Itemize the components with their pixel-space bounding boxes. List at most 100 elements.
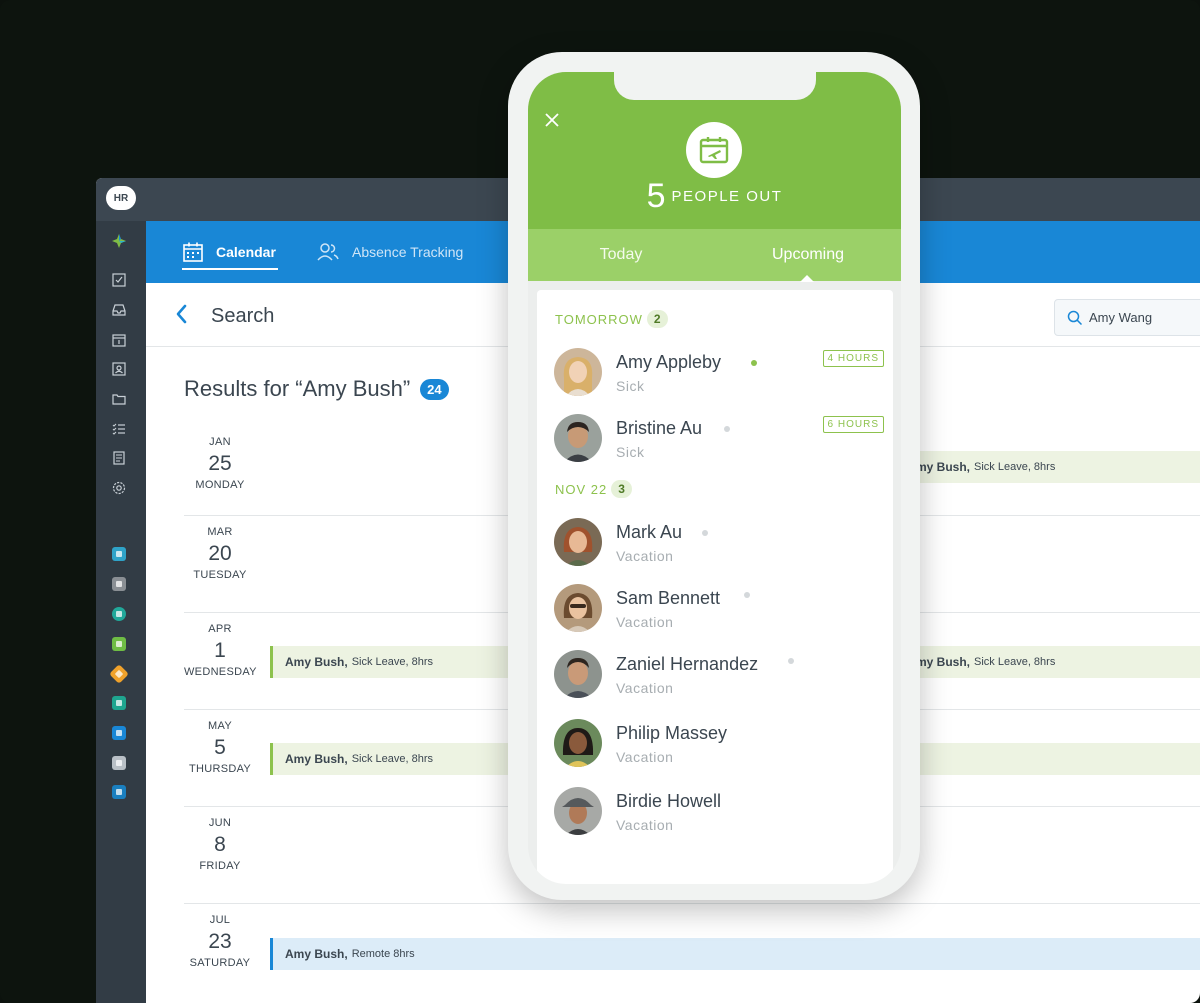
active-tab-indicator <box>182 268 278 270</box>
date-weekday: TUESDAY <box>193 569 247 581</box>
section-label: TOMORROW <box>555 311 643 327</box>
event-bar[interactable]: my Bush, Sick Leave, 8hrs <box>914 646 1200 678</box>
app-logo-icon[interactable] <box>111 233 127 249</box>
results-heading: Results for “Amy Bush” 24 <box>184 376 449 402</box>
app-file-icon[interactable] <box>112 756 126 770</box>
event-detail: Sick Leave, 8hrs <box>974 461 1056 473</box>
date-block: MAY 5 THURSDAY <box>184 710 256 775</box>
checklist-icon[interactable] <box>111 421 127 437</box>
list-item[interactable]: Mark Au Vacation <box>554 518 884 574</box>
date-weekday: SATURDAY <box>189 957 251 969</box>
date-month: JUL <box>209 914 231 926</box>
date-weekday: WEDNESDAY <box>184 666 257 678</box>
calendar-icon <box>183 242 203 262</box>
hours-badge: 6 HOURS <box>822 416 884 433</box>
people-out-summary: 5 PEOPLE OUT <box>528 177 901 216</box>
status-indicator <box>751 360 757 366</box>
date-day: 23 <box>208 930 232 953</box>
person-name: Birdie Howell <box>616 791 722 811</box>
back-arrow-icon[interactable] <box>174 303 190 325</box>
section-header: NOV 22 3 <box>555 480 632 498</box>
status-indicator <box>788 658 794 664</box>
event-detail: Sick Leave, 8hrs <box>974 656 1056 668</box>
calendar-icon[interactable] <box>111 332 127 348</box>
status-indicator <box>702 530 708 536</box>
hours-badge: 4 HOURS <box>822 350 884 367</box>
date-day: 8 <box>214 833 226 856</box>
tab-today[interactable]: Today <box>528 229 714 281</box>
settings-gear-icon[interactable] <box>111 480 127 496</box>
tasks-icon[interactable] <box>111 272 127 288</box>
stage: HR Calendar Absence Tracking Search Amy … <box>0 0 1200 1003</box>
section-count-badge: 3 <box>611 480 632 498</box>
list-item[interactable]: Bristine Au Sick 6 HOURS <box>554 414 884 470</box>
event-person: Amy Bush, <box>285 947 348 961</box>
avatar <box>554 518 602 566</box>
absence-reason: Vacation <box>616 680 674 696</box>
date-block: JUN 8 FRIDAY <box>184 807 256 872</box>
date-month: JAN <box>209 436 231 448</box>
sidebar <box>96 221 146 1003</box>
app-analytics-icon[interactable] <box>112 547 126 561</box>
list-item[interactable]: Philip Massey Vacation <box>554 719 884 775</box>
phone-screen: 5 PEOPLE OUT Today Upcoming TOMORROW 2 A… <box>528 72 901 884</box>
event-detail: Remote 8hrs <box>351 948 415 960</box>
list-item[interactable]: Amy Appleby Sick 4 HOURS <box>554 348 884 404</box>
app-search-icon[interactable] <box>112 726 126 740</box>
app-money-icon[interactable] <box>112 696 126 710</box>
people-out-list: TOMORROW 2 Amy Appleby Sick 4 HOURS Bris… <box>537 290 893 884</box>
contacts-icon[interactable] <box>111 361 127 377</box>
list-item[interactable]: Sam Bennett Vacation <box>554 584 884 640</box>
date-block: APR 1 WEDNESDAY <box>184 613 256 678</box>
calendar-plane-icon <box>686 122 742 178</box>
event-bar[interactable]: Amy Bush, Remote 8hrs <box>270 938 1200 970</box>
event-detail: Sick Leave, 8hrs <box>351 753 434 765</box>
tab-calendar-label: Calendar <box>216 244 276 260</box>
app-badge-icon[interactable] <box>112 577 126 591</box>
people-icon <box>317 243 339 261</box>
list-item[interactable]: Birdie Howell Vacation <box>554 787 884 843</box>
event-person: Amy Bush, <box>285 752 348 766</box>
close-icon[interactable] <box>544 112 560 128</box>
date-block: JUL 23 SATURDAY <box>184 904 256 969</box>
folder-icon[interactable] <box>111 391 127 407</box>
date-weekday: THURSDAY <box>188 763 252 775</box>
app-award-icon[interactable] <box>112 607 126 621</box>
search-input[interactable]: Amy Wang <box>1054 299 1200 336</box>
search-icon <box>1067 310 1083 325</box>
date-weekday: MONDAY <box>195 479 245 491</box>
inbox-icon[interactable] <box>111 302 127 318</box>
tab-upcoming[interactable]: Upcoming <box>715 229 901 281</box>
date-month: JUN <box>208 817 232 829</box>
date-row: JUL 23 SATURDAY Amy Bush, Remote 8hrs <box>184 903 1200 1000</box>
absence-reason: Vacation <box>616 548 674 564</box>
document-icon[interactable] <box>111 450 127 466</box>
tab-absence-tracking[interactable]: Absence Tracking <box>316 221 463 283</box>
date-month: MAY <box>208 720 232 732</box>
absence-reason: Vacation <box>616 749 674 765</box>
search-value: Amy Wang <box>1089 310 1153 325</box>
absence-reason: Sick <box>616 444 645 460</box>
person-name: Philip Massey <box>616 723 728 743</box>
hr-logo: HR <box>106 186 136 210</box>
avatar <box>554 584 602 632</box>
tab-calendar[interactable]: Calendar <box>182 221 276 283</box>
absence-reason: Vacation <box>616 817 674 833</box>
event-person: my Bush, <box>916 460 971 474</box>
event-bar[interactable]: my Bush, Sick Leave, 8hrs <box>914 451 1200 483</box>
avatar <box>554 719 602 767</box>
app-export-icon[interactable] <box>112 785 126 799</box>
person-name: Mark Au <box>616 522 683 542</box>
section-header: TOMORROW 2 <box>555 310 668 328</box>
app-travel-icon[interactable] <box>112 637 126 651</box>
app-alert-icon[interactable] <box>109 664 129 684</box>
person-name: Bristine Au <box>616 418 703 438</box>
page-title: Search <box>211 305 275 327</box>
people-out-count: 5 <box>646 177 666 215</box>
results-title: Results for “Amy Bush” <box>184 376 411 401</box>
phone-mockup: 5 PEOPLE OUT Today Upcoming TOMORROW 2 A… <box>508 52 920 900</box>
list-item[interactable]: Zaniel Hernandez Vacation <box>554 650 884 706</box>
date-day: 5 <box>214 736 226 759</box>
status-indicator <box>724 426 730 432</box>
results-count-badge: 24 <box>420 378 449 400</box>
